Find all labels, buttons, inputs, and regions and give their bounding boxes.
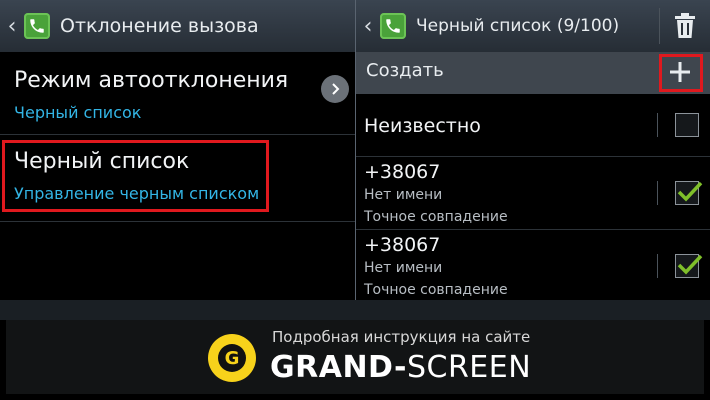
entry-checkbox[interactable] <box>675 254 703 278</box>
blacklist-screen: ‹ Черный список (9/100) Создать Неизвест… <box>356 0 710 300</box>
left-title: Отклонение вызова <box>60 15 259 37</box>
site-banner: G Подробная инструкция на сайте GRAND-SC… <box>6 320 704 394</box>
entry-name: Нет имени <box>364 187 443 203</box>
entry-separator <box>657 113 658 137</box>
banner-brand: GRAND-SCREEN <box>270 350 531 385</box>
phone-app-icon <box>380 13 406 39</box>
chevron-right-icon[interactable] <box>321 75 349 103</box>
add-button-highlight-frame <box>659 54 703 92</box>
auto-reject-mode-subtitle: Черный список <box>14 103 142 122</box>
banner-caption: Подробная инструкция на сайте <box>272 328 531 346</box>
entry-separator <box>657 254 658 278</box>
entry-name: Нет имени <box>364 260 443 276</box>
create-label: Создать <box>366 60 444 81</box>
grand-screen-logo-icon: G <box>208 334 256 382</box>
blacklist-entry[interactable]: +38067 Нет имени Точное совпадение <box>356 157 710 230</box>
entry-checkbox[interactable] <box>675 113 699 137</box>
entry-match-type: Точное совпадение <box>364 209 508 225</box>
entry-number: Неизвестно <box>364 115 481 137</box>
blacklist-entry[interactable]: +38067 Нет имени Точное совпадение <box>356 230 710 300</box>
action-bar-separator <box>659 8 660 44</box>
brand-bold: GRAND- <box>270 350 407 385</box>
entry-number: +38067 <box>364 161 441 183</box>
blacklist-entry-unknown[interactable]: Неизвестно <box>356 95 710 157</box>
auto-reject-mode-title: Режим автоотклонения <box>14 68 289 93</box>
call-reject-screen: ‹ Отклонение вызова Режим автоотклонения… <box>0 0 355 300</box>
entry-number: +38067 <box>364 234 441 256</box>
right-title: Черный список (9/100) <box>416 16 620 36</box>
back-arrow-icon[interactable]: ‹ <box>358 14 378 39</box>
phone-app-icon <box>24 13 50 39</box>
trash-icon[interactable] <box>672 12 698 40</box>
blacklist-highlight-frame <box>2 140 269 212</box>
entry-separator <box>657 181 658 205</box>
entry-checkbox[interactable] <box>675 181 703 205</box>
back-arrow-icon[interactable]: ‹ <box>2 14 22 39</box>
checkmark-icon <box>677 181 703 202</box>
brand-light: SCREEN <box>406 350 532 385</box>
auto-reject-mode-item[interactable]: Режим автоотклонения Черный список <box>0 52 355 135</box>
checkmark-icon <box>677 254 703 275</box>
right-action-bar: ‹ Черный список (9/100) <box>356 0 710 52</box>
banner-gap <box>0 300 710 320</box>
left-action-bar: ‹ Отклонение вызова <box>0 0 355 52</box>
entry-match-type: Точное совпадение <box>364 282 508 298</box>
logo-letter: G <box>218 344 246 372</box>
create-bar[interactable]: Создать <box>356 52 710 94</box>
